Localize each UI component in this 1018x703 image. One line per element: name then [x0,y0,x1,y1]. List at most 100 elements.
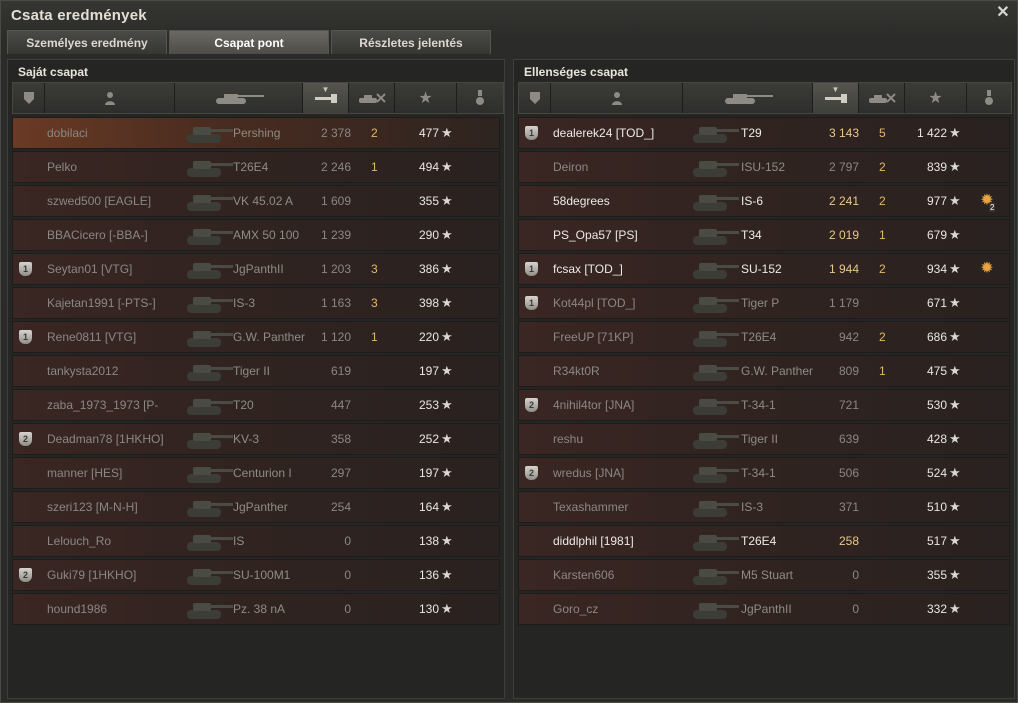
close-icon[interactable]: ✕ [995,5,1011,21]
tank-image [687,493,743,521]
player-name: Guki79 [1HKHO] [47,568,137,582]
player-row[interactable]: PS_Opa57 [PS] T34 2 019 1 679 ★ [518,219,1010,251]
player-row[interactable]: hound1986 Pz. 38 nA 0 130 ★ [12,593,500,625]
player-row[interactable]: Karsten606 M5 Stuart 0 355 ★ [518,559,1010,591]
player-row[interactable]: szeri123 [M-N-H] JgPanther 254 164 ★ [12,491,500,523]
player-row[interactable]: manner [HES] Centurion I 297 197 ★ [12,457,500,489]
player-row[interactable]: Texashammer IS-3 371 510 ★ [518,491,1010,523]
player-name: tankysta2012 [47,364,119,378]
xp-value: 253 [418,398,439,412]
damage-value: 639 [838,432,859,446]
enemy-team-panel: Ellenséges csapat ▼ ★ 1 dealerek24 [TOD_… [513,59,1015,699]
player-column-header[interactable] [551,83,683,113]
star-icon: ★ [441,465,453,480]
tank-name: AMX 50 100 [233,228,300,242]
kills-value: 2 [879,194,886,208]
player-row[interactable]: 58degrees IS-6 2 241 2 977 ★ ✹ 2 [518,185,1010,217]
tank-column-header[interactable] [175,83,303,113]
tank-name: T-34-1 [741,466,776,480]
player-row[interactable]: Lelouch_Ro IS 0 138 ★ [12,525,500,557]
star-icon: ★ [441,431,453,446]
player-row[interactable]: 1 dealerek24 [TOD_] T29 3 143 5 1 422 ★ [518,117,1010,149]
tab-team-score[interactable]: Csapat pont [169,30,329,54]
tank-name: IS [233,534,245,548]
player-row[interactable]: reshu Tiger II 639 428 ★ [518,423,1010,455]
medal-icon: ✹ [980,260,994,277]
player-row[interactable]: 1 Kot44pl [TOD_] Tiger P 1 179 671 ★ [518,287,1010,319]
damage-value: 297 [330,466,351,480]
xp-value: 839 [926,160,947,174]
star-icon: ★ [441,295,453,310]
kills-value: 2 [879,330,886,344]
squad-column-header[interactable] [519,83,551,113]
player-row[interactable]: 1 fcsax [TOD_] SU-152 1 944 2 934 ★ ✹ [518,253,1010,285]
tank-name: ISU-152 [741,160,786,174]
medal-column-header[interactable] [967,83,1011,113]
kills-column-header[interactable] [859,83,905,113]
star-icon: ★ [441,261,453,276]
player-row[interactable]: 2 wredus [JNA] T-34-1 506 524 ★ [518,457,1010,489]
player-row[interactable]: Pelko T26E4 2 246 1 494 ★ [12,151,500,183]
xp-value: 332 [926,602,947,616]
player-row[interactable]: 2 Deadman78 [1HKHO] KV-3 358 252 ★ [12,423,500,455]
player-row[interactable]: Kajetan1991 [-PTS-] IS-3 1 163 3 398 ★ [12,287,500,319]
star-icon: ★ [949,227,961,242]
medal-column-header[interactable] [457,83,503,113]
xp-column-header[interactable]: ★ [395,83,457,113]
tank-icon [693,433,739,449]
medal-icon [985,90,993,105]
tank-icon [187,127,233,143]
tank-name: T26E4 [233,160,269,174]
player-row[interactable]: diddlphil [1981] T26E4 258 517 ★ [518,525,1010,557]
tank-icon [187,603,233,619]
star-icon: ★ [949,329,961,344]
player-row[interactable]: Goro_cz JgPanthII 0 332 ★ [518,593,1010,625]
tank-name: Pz. 38 nA [233,602,286,616]
kills-value: 2 [879,160,886,174]
damage-value: 358 [330,432,351,446]
player-row[interactable]: 2 4nihil4tor [JNA] T-34-1 721 530 ★ [518,389,1010,421]
tank-image [181,289,237,317]
squad-column-header[interactable] [13,83,45,113]
tank-column-header[interactable] [683,83,813,113]
player-row[interactable]: FreeUP [71KP] T26E4 942 2 686 ★ [518,321,1010,353]
tank-icon [693,263,739,279]
player-row[interactable]: szwed500 [EAGLE] VK 45.02 A 1 609 355 ★ [12,185,500,217]
tank-image [687,459,743,487]
tank-image [181,153,237,181]
star-icon: ★ [949,431,961,446]
player-name: Seytan01 [VTG] [47,262,133,276]
player-row[interactable]: R34kt0R G.W. Panther 809 1 475 ★ [518,355,1010,387]
xp-value: 686 [926,330,947,344]
squad-shield-icon: 1 [525,126,538,140]
tank-icon [693,127,739,143]
xp-column-header[interactable]: ★ [905,83,967,113]
kills-column-header[interactable] [349,83,395,113]
player-column-header[interactable] [45,83,175,113]
player-row[interactable]: tankysta2012 Tiger II 619 197 ★ [12,355,500,387]
player-row[interactable]: dobilaci Pershing 2 378 2 477 ★ [12,117,500,149]
tab-personal[interactable]: Személyes eredmény [7,30,167,54]
star-icon: ★ [441,363,453,378]
player-name: Texashammer [553,500,629,514]
damage-column-header[interactable]: ▼ [813,83,859,113]
damage-value: 1 609 [320,194,351,208]
tank-icon [693,161,739,177]
player-row[interactable]: BBACicero [-BBA-] AMX 50 100 1 239 290 ★ [12,219,500,251]
player-row[interactable]: 1 Rene0811 [VTG] G.W. Panther 1 120 1 220 ★ [12,321,500,353]
star-icon: ★ [441,227,453,242]
player-row[interactable]: Deiron ISU-152 2 797 2 839 ★ [518,151,1010,183]
tank-icon [693,603,739,619]
tank-name: M5 Stuart [741,568,794,582]
player-row[interactable]: 2 Guki79 [1HKHO] SU-100M1 0 136 ★ [12,559,500,591]
player-name: manner [HES] [47,466,123,480]
player-row[interactable]: zaba_1973_1973 [P- T20 447 253 ★ [12,389,500,421]
tab-detailed-report[interactable]: Részletes jelentés [331,30,491,54]
player-row[interactable]: 1 Seytan01 [VTG] JgPanthII 1 203 3 386 ★ [12,253,500,285]
xp-value: 934 [926,262,947,276]
player-icon [611,92,622,105]
damage-value: 619 [330,364,351,378]
damage-value: 2 019 [828,228,859,242]
damage-value: 1 179 [828,296,859,310]
damage-column-header[interactable]: ▼ [303,83,349,113]
